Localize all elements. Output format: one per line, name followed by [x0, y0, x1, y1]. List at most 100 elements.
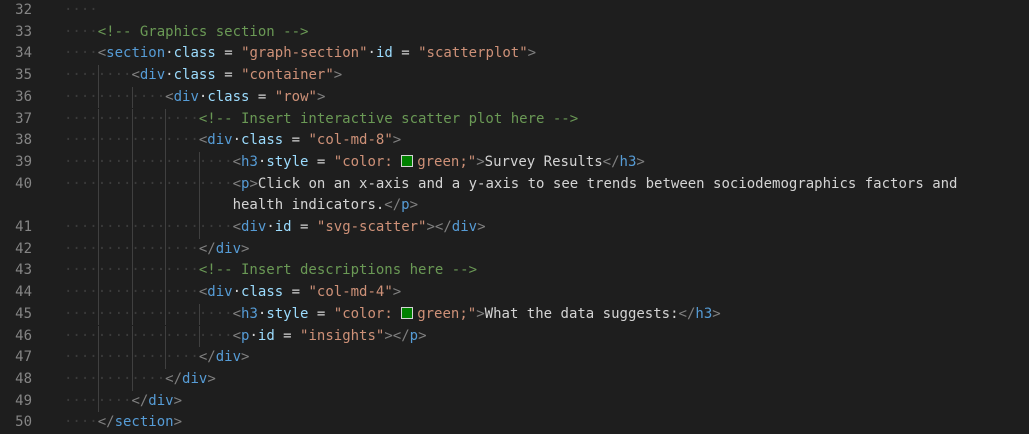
token-punct: < — [97, 45, 107, 62]
token-comment: <!-- Insert descriptions here --> — [198, 262, 478, 279]
token-string: "svg-scatter" — [316, 219, 427, 235]
code-line[interactable]: ················<!-- Insert descriptions… — [64, 260, 1029, 283]
token-attr: class — [173, 45, 216, 62]
token-text: = — [274, 327, 301, 344]
code-line-wrapped[interactable]: health indicators.</p> — [64, 195, 1029, 217]
token-text: What the data suggests: — [484, 305, 679, 322]
token-text: · — [232, 132, 242, 149]
indent-guide — [131, 130, 133, 152]
indent-guide — [199, 195, 201, 217]
code-editor[interactable]: 32 33 34 35 36 37 38 39 40 41 42 43 44 45 46 47 48 49 50 ·… — [0, 0, 1029, 434]
indent-guide — [131, 86, 133, 109]
token-punct: </ — [384, 197, 402, 214]
token-tag: h3 — [241, 153, 258, 170]
indent-guide — [165, 260, 167, 283]
token-attr: id — [274, 219, 292, 235]
line-number: 35 — [15, 67, 32, 84]
token-punct: ></ — [426, 219, 452, 235]
token-text: · — [367, 45, 376, 62]
indent-guide — [97, 173, 99, 196]
code-line[interactable]: ················<!-- Insert interactive … — [64, 108, 1029, 131]
token-tag: div — [173, 88, 199, 105]
whitespace-marker: ············ — [64, 88, 166, 105]
line-number: 43 — [15, 262, 32, 279]
token-text: · — [266, 219, 275, 235]
code-line[interactable]: ········<div·class = "container"> — [64, 65, 1029, 87]
indent-guide — [131, 325, 133, 348]
indent-guide — [97, 325, 99, 348]
token-tag: section — [106, 45, 166, 62]
indent-guide — [131, 303, 133, 326]
code-line[interactable]: ····<!-- Graphics section --> — [64, 22, 1029, 44]
code-line[interactable]: ················</div> — [64, 347, 1029, 369]
line-number: 46 — [15, 327, 32, 344]
line-number: 42 — [15, 240, 32, 257]
line-number: 32 — [15, 2, 32, 18]
token-text: = — [392, 45, 419, 62]
line-number: 36 — [15, 88, 32, 105]
token-tag: div — [215, 240, 242, 257]
token-tag: h3 — [695, 305, 713, 322]
code-line[interactable]: ····················<div·id = "svg-scatt… — [64, 217, 1029, 239]
token-punct: > — [333, 67, 343, 84]
token-text: = — [215, 45, 242, 62]
indent-guide — [97, 86, 99, 109]
code-line[interactable]: ····</section> — [64, 412, 1029, 434]
code-line[interactable]: ················<div·class = "col-md-8"> — [64, 130, 1029, 152]
token-text: Survey Results — [484, 153, 603, 170]
line-number: 45 — [15, 305, 32, 322]
token-punct: </ — [602, 153, 620, 170]
code-line[interactable]: ················<div·class = "col-md-4"> — [64, 282, 1029, 304]
code-line[interactable]: ···· — [64, 0, 1029, 22]
whitespace-marker: ···· — [64, 2, 98, 18]
indent-guide — [165, 195, 167, 217]
token-tag: p — [401, 197, 410, 214]
indent-guide — [165, 151, 167, 174]
token-string: "scatterplot" — [418, 45, 528, 62]
token-text: = — [215, 67, 242, 84]
indent-guide — [97, 151, 99, 174]
code-line[interactable]: ············</div> — [64, 368, 1029, 391]
color-swatch-icon[interactable] — [401, 154, 414, 167]
line-number: 40 — [15, 175, 32, 192]
code-area[interactable]: ···· ····<!-- Graphics section --> ····<se… — [64, 0, 1029, 434]
code-line[interactable]: ····<section·class = "graph-section"·id … — [64, 43, 1029, 65]
token-punct: > — [409, 197, 419, 214]
token-tag: h3 — [241, 305, 258, 322]
line-number: 48 — [15, 370, 32, 387]
token-punct: > — [476, 153, 485, 170]
indent-guide — [165, 238, 167, 261]
token-punct: > — [477, 219, 486, 235]
indent-guide — [165, 347, 167, 369]
token-comment: <!-- Graphics section --> — [97, 23, 309, 40]
token-punct: < — [131, 67, 140, 84]
code-line[interactable]: ············<div·class = "row"> — [64, 86, 1029, 109]
whitespace-marker: ···················· — [64, 327, 233, 344]
indent-guide — [131, 217, 133, 239]
indent-guide — [131, 238, 133, 261]
token-string: green;" — [417, 305, 477, 322]
color-swatch-icon[interactable] — [401, 306, 414, 319]
code-line[interactable]: ················</div> — [64, 238, 1029, 261]
token-attr: class — [207, 88, 250, 105]
code-line[interactable]: ····················<h3·style = "color: … — [64, 303, 1029, 326]
token-string: "col-md-8" — [308, 132, 393, 149]
token-string: green;" — [417, 153, 477, 170]
code-line[interactable]: ····················< p ·id = "insights"><… — [64, 325, 1029, 348]
token-punct: > — [392, 284, 402, 301]
indent-guide — [97, 108, 99, 131]
indent-guide — [165, 108, 167, 131]
code-line[interactable]: ········</div> — [64, 390, 1029, 413]
token-string: "container" — [241, 67, 334, 84]
code-line[interactable]: ····················<h3·style = "color: … — [64, 151, 1029, 174]
whitespace-marker: ···················· — [64, 305, 233, 322]
token-text: = — [249, 88, 275, 105]
whitespace-marker: ···· — [64, 45, 98, 62]
token-punct: < — [232, 219, 242, 235]
token-tag: p — [409, 327, 419, 344]
indent-guide — [131, 260, 133, 283]
code-line[interactable]: ····················<p>Click on an x-axi… — [64, 173, 1029, 196]
indent-guide — [97, 217, 99, 239]
token-punct: < — [232, 175, 242, 192]
indent-guide — [165, 130, 167, 152]
